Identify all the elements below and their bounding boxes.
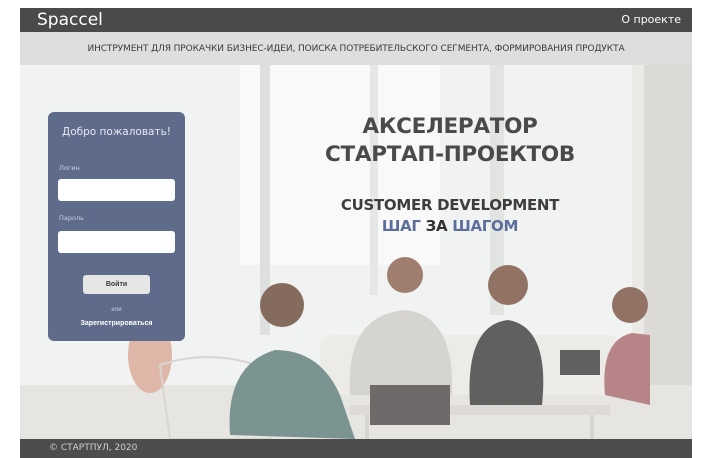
register-link[interactable]: Зарегистрироваться	[48, 320, 185, 327]
top-navbar: Spaccel О проекте	[20, 8, 692, 32]
hero-steps: ШАГ ЗА ШАГОМ	[270, 217, 630, 235]
hero-title-line1: АКСЕЛЕРАТОР	[362, 114, 538, 139]
tagline-bar: ИНСТРУМЕНТ ДЛЯ ПРОКАЧКИ БИЗНЕС-ИДЕИ, ПОИ…	[20, 32, 692, 65]
page-frame: Spaccel О проекте ИНСТРУМЕНТ ДЛЯ ПРОКАЧК…	[20, 8, 692, 458]
step-word-3: ШАГОМ	[452, 217, 519, 235]
copyright-text: © СТАРТПУЛ, 2020	[49, 443, 138, 453]
hero-section: Добро пожаловать! Логин Пароль Войти или…	[20, 65, 692, 439]
login-panel: Добро пожаловать! Логин Пароль Войти или…	[48, 112, 185, 341]
hero-subtitle: CUSTOMER DEVELOPMENT	[340, 196, 560, 214]
or-separator: или	[111, 307, 122, 313]
tagline-text: ИНСТРУМЕНТ ДЛЯ ПРОКАЧКИ БИЗНЕС-ИДЕИ, ПОИ…	[87, 43, 625, 54]
login-input[interactable]	[58, 179, 175, 201]
login-label: Логин	[59, 164, 80, 172]
login-button[interactable]: Войти	[83, 275, 150, 294]
footer: © СТАРТПУЛ, 2020	[20, 439, 692, 458]
about-link[interactable]: О проекте	[621, 13, 681, 26]
password-label: Пароль	[59, 214, 84, 222]
hero-title-line2: СТАРТАП-ПРОЕКТОВ	[325, 142, 575, 167]
hero-title: АКСЕЛЕРАТОР СТАРТАП-ПРОЕКТОВ	[270, 113, 630, 169]
step-word-2: ЗА	[425, 217, 448, 235]
welcome-heading: Добро пожаловать!	[62, 126, 171, 138]
password-input[interactable]	[58, 231, 175, 253]
step-word-1: ШАГ	[381, 217, 421, 235]
brand-logo[interactable]: Spaccel	[37, 10, 103, 30]
